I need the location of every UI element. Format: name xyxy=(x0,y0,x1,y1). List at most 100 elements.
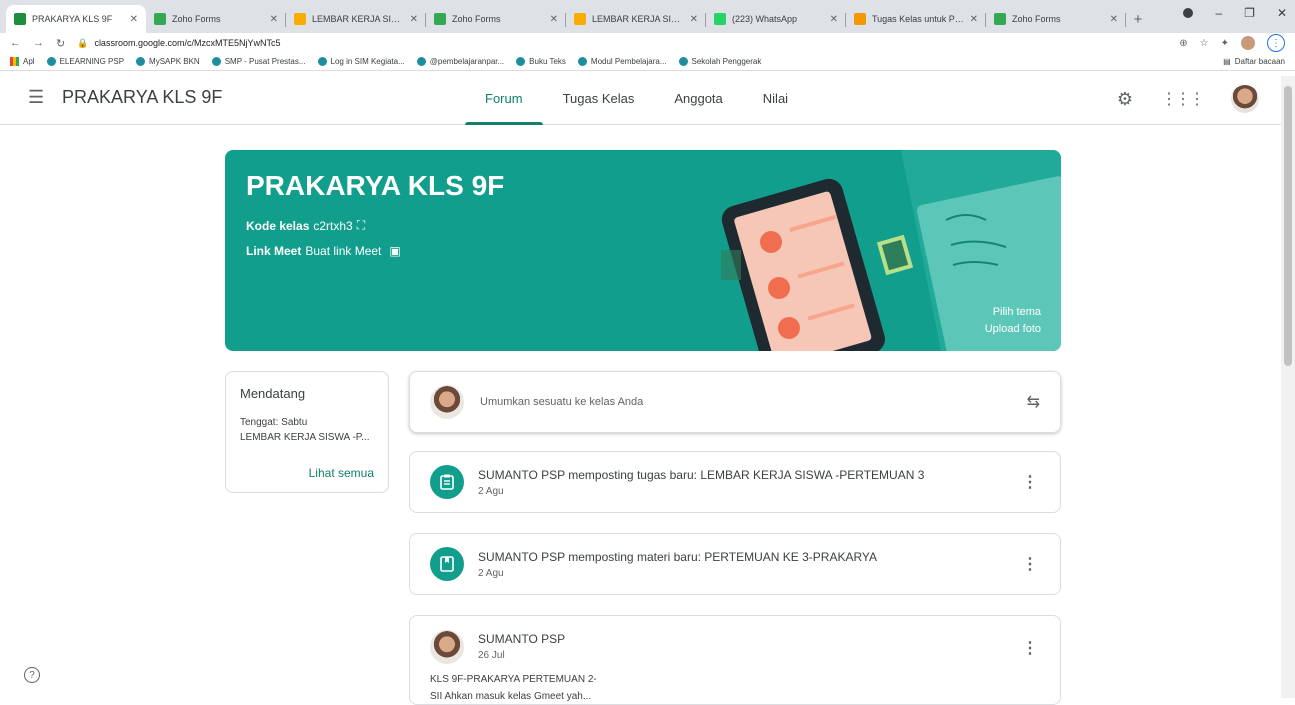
reuse-post-icon[interactable]: ⇆ xyxy=(1027,392,1040,412)
zoom-icon[interactable]: ⊕ xyxy=(1179,38,1187,49)
profile-dot-icon[interactable] xyxy=(1183,8,1194,18)
more-options-icon[interactable]: ⋮ xyxy=(1020,638,1040,658)
browser-tab[interactable]: LEMBAR KERJA SISWA-PE ✕ xyxy=(286,5,426,33)
upcoming-item[interactable]: LEMBAR KERJA SISWA -P... xyxy=(240,432,374,443)
stream-post[interactable]: SUMANTO PSP memposting tugas baru: LEMBA… xyxy=(409,451,1061,513)
tab-favicon-icon xyxy=(714,13,726,25)
url-field[interactable]: classroom.google.com/c/MzcxMTE5NjYwNTc5 xyxy=(94,38,1179,48)
browser-tab[interactable]: Zoho Forms ✕ xyxy=(426,5,566,33)
back-icon[interactable]: ← xyxy=(10,37,21,49)
browser-tab[interactable]: Zoho Forms ✕ xyxy=(146,5,286,33)
profile-avatar[interactable] xyxy=(1241,36,1255,50)
classroom-header: ☰ PRAKARYA KLS 9F Forum Tugas Kelas Anggot… xyxy=(0,71,1295,125)
banner-illustration xyxy=(721,150,1061,351)
extensions-icon[interactable]: ✦ xyxy=(1221,38,1229,49)
page-scrollbar[interactable] xyxy=(1281,76,1295,698)
announce-placeholder[interactable]: Umumkan sesuatu ke kelas Anda xyxy=(480,396,1027,408)
class-title[interactable]: PRAKARYA KLS 9F xyxy=(62,87,222,108)
tab-title: Zoho Forms xyxy=(1012,14,1061,24)
tab-tugas-kelas[interactable]: Tugas Kelas xyxy=(543,71,655,125)
tab-close-icon[interactable]: ✕ xyxy=(690,14,698,25)
browser-tab[interactable]: PRAKARYA KLS 9F ✕ xyxy=(6,5,146,33)
bookmark-favicon-icon xyxy=(317,57,327,66)
lock-icon[interactable]: 🔒 xyxy=(77,38,88,49)
star-icon[interactable]: ☆ xyxy=(1200,38,1209,49)
tab-close-icon[interactable]: ✕ xyxy=(970,14,978,25)
browser-menu-icon[interactable]: ⋮ xyxy=(1267,34,1285,52)
announcement-post[interactable]: SUMANTO PSP 26 Jul ⋮ KLS 9F-PRAKARYA PER… xyxy=(409,615,1061,705)
material-icon xyxy=(430,547,464,581)
settings-gear-icon[interactable]: ⚙ xyxy=(1117,89,1133,110)
apps-grid-icon[interactable]: ⋮⋮⋮ xyxy=(1161,89,1205,109)
bookmark-item[interactable]: ELEARNING PSP xyxy=(46,57,124,66)
more-options-icon[interactable]: ⋮ xyxy=(1020,554,1040,574)
tab-anggota[interactable]: Anggota xyxy=(654,71,742,125)
restore-icon[interactable]: ❐ xyxy=(1244,6,1255,20)
tab-title: Zoho Forms xyxy=(172,14,221,24)
view-all-link[interactable]: Lihat semua xyxy=(309,466,374,480)
bookmark-label: SMP - Pusat Prestas... xyxy=(224,57,306,66)
post-title: SUMANTO PSP memposting tugas baru: LEMBA… xyxy=(478,467,925,482)
main-menu-icon[interactable]: ☰ xyxy=(28,87,52,108)
tab-nilai[interactable]: Nilai xyxy=(743,71,808,125)
bookmark-item[interactable]: Buku Teks xyxy=(516,57,566,66)
author-name: SUMANTO PSP xyxy=(478,632,566,646)
announcement-line-1: KLS 9F-PRAKARYA PERTEMUAN 2- xyxy=(430,674,597,685)
bookmark-item[interactable]: MySAPK BKN xyxy=(136,57,200,66)
reload-icon[interactable]: ↻ xyxy=(56,37,65,50)
user-avatar xyxy=(430,385,464,419)
bookmark-item[interactable]: Apl xyxy=(10,57,35,66)
tab-favicon-icon xyxy=(854,13,866,25)
scrollbar-thumb[interactable] xyxy=(1284,86,1292,366)
bookmark-label: Log in SIM Kegiata... xyxy=(330,57,405,66)
meet-link-row: Link Meet Buat link Meet ▣ xyxy=(246,244,401,258)
address-bar: ← → ↻ 🔒 classroom.google.com/c/MzcxMTE5N… xyxy=(0,33,1295,53)
forward-icon[interactable]: → xyxy=(33,37,44,49)
help-icon[interactable]: ? xyxy=(24,667,40,683)
browser-tab[interactable]: (223) WhatsApp ✕ xyxy=(706,5,846,33)
browser-tab[interactable]: Zoho Forms ✕ xyxy=(986,5,1126,33)
bookmark-item[interactable]: Modul Pembelajara... xyxy=(577,57,667,66)
more-options-icon[interactable]: ⋮ xyxy=(1020,472,1040,492)
browser-tab[interactable]: Tugas Kelas untuk PRAKA ✕ xyxy=(846,5,986,33)
bookmark-item[interactable]: Log in SIM Kegiata... xyxy=(317,57,405,66)
apps-icon xyxy=(10,57,19,66)
tab-close-icon[interactable]: ✕ xyxy=(130,14,138,25)
upload-photo-link[interactable]: Upload foto xyxy=(985,323,1041,335)
video-camera-icon[interactable]: ▣ xyxy=(389,244,400,258)
new-tab-button[interactable]: + xyxy=(1126,5,1150,33)
tab-favicon-icon xyxy=(434,13,446,25)
bookmark-item[interactable]: Sekolah Penggerak xyxy=(678,57,761,66)
tab-forum[interactable]: Forum xyxy=(465,71,543,125)
reading-list[interactable]: ▤ Daftar bacaan xyxy=(1223,57,1285,66)
create-meet-link[interactable]: Buat link Meet xyxy=(305,244,381,258)
tab-favicon-icon xyxy=(574,13,586,25)
fullscreen-icon[interactable]: ⛶ xyxy=(357,218,365,233)
choose-theme-link[interactable]: Pilih tema xyxy=(993,306,1041,318)
stream-post[interactable]: SUMANTO PSP memposting materi baru: PERT… xyxy=(409,533,1061,595)
tab-close-icon[interactable]: ✕ xyxy=(270,14,278,25)
tab-close-icon[interactable]: ✕ xyxy=(1110,14,1118,25)
announce-box[interactable]: Umumkan sesuatu ke kelas Anda ⇆ xyxy=(409,371,1061,433)
bookmarks-bar: Apl ELEARNING PSP MySAPK BKN SMP - Pusat Pr… xyxy=(0,53,1295,71)
bookmark-label: Buku Teks xyxy=(529,57,566,66)
bookmark-favicon-icon xyxy=(211,57,221,66)
banner-title: PRAKARYA KLS 9F xyxy=(246,170,505,201)
bookmark-item[interactable]: @pembelajaranpar... xyxy=(416,57,504,66)
tab-title: Zoho Forms xyxy=(452,14,501,24)
upcoming-panel: Mendatang Tenggat: Sabtu LEMBAR KERJA SI… xyxy=(225,371,389,493)
post-date: 2 Agu xyxy=(478,567,504,579)
assignment-icon xyxy=(430,465,464,499)
tab-title: LEMBAR KERJA SISWA-PE xyxy=(312,14,406,24)
tab-close-icon[interactable]: ✕ xyxy=(830,14,838,25)
bookmark-label: Modul Pembelajara... xyxy=(590,57,667,66)
tab-close-icon[interactable]: ✕ xyxy=(410,14,418,25)
browser-tab[interactable]: LEMBAR KERJA SISWA-PE ✕ xyxy=(566,5,706,33)
post-date: 26 Jul xyxy=(478,650,505,661)
tab-title: LEMBAR KERJA SISWA-PE xyxy=(592,14,686,24)
minimize-icon[interactable]: – xyxy=(1215,6,1222,20)
close-window-icon[interactable]: ✕ xyxy=(1277,6,1287,20)
bookmark-item[interactable]: SMP - Pusat Prestas... xyxy=(211,57,306,66)
account-avatar[interactable] xyxy=(1231,85,1259,113)
tab-close-icon[interactable]: ✕ xyxy=(550,14,558,25)
